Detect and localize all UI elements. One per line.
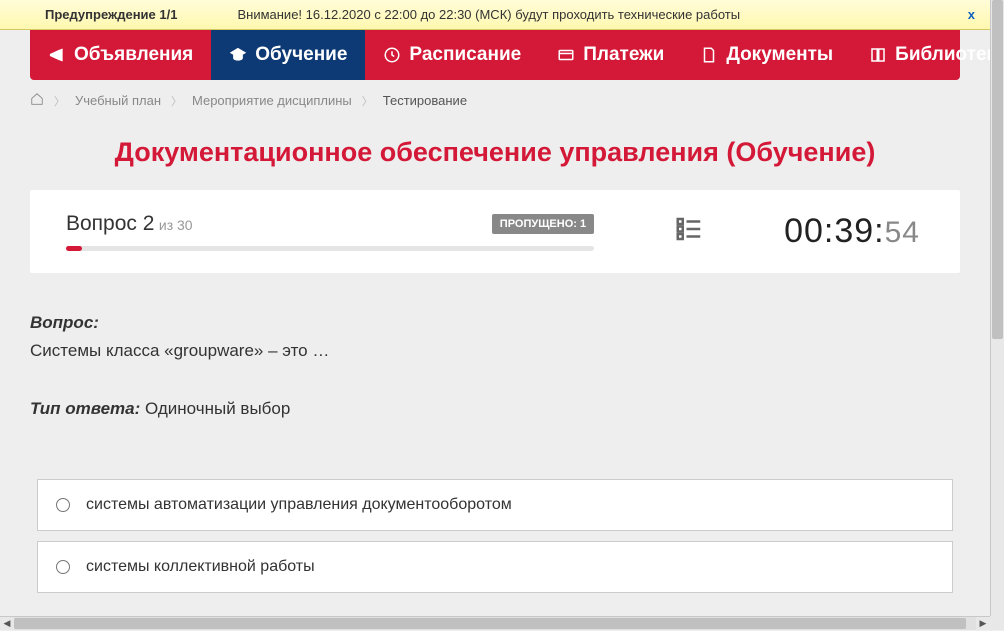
breadcrumb: 〉 Учебный план 〉 Мероприятие дисциплины … [30, 92, 960, 109]
answer-text: системы коллективной работы [86, 558, 315, 576]
nav-label: Документы [726, 44, 833, 66]
progress-fill [66, 246, 82, 251]
close-icon[interactable]: x [963, 7, 980, 22]
question-number: Вопрос 2 [66, 212, 154, 235]
scroll-left-icon[interactable]: ◀ [0, 617, 14, 631]
answer-option[interactable]: системы коллективной работы [37, 541, 953, 593]
question-list-icon[interactable] [674, 214, 704, 249]
nav-library[interactable]: Библиотека [851, 30, 990, 80]
nav-label: Объявления [74, 44, 193, 66]
nav-payments[interactable]: Платежи [539, 30, 682, 80]
nav-label: Расписание [409, 44, 521, 66]
book-icon [869, 46, 887, 64]
scroll-right-icon[interactable]: ▶ [976, 617, 990, 631]
timer-seconds: 54 [885, 216, 920, 249]
megaphone-icon [48, 46, 66, 64]
warning-bar: Предупреждение 1/1 Внимание! 16.12.2020 … [0, 0, 990, 30]
question-text: Системы класса «groupware» – это … [30, 341, 960, 361]
question-label: Вопрос: [30, 313, 960, 333]
breadcrumb-current: Тестирование [383, 93, 467, 108]
progress-bar [66, 246, 594, 251]
answer-radio[interactable] [56, 560, 70, 574]
vertical-scrollbar[interactable] [990, 0, 1004, 616]
timer-main: 00:39: [784, 212, 885, 250]
home-icon[interactable] [30, 92, 44, 109]
page-title: Документационное обеспечение управления … [30, 137, 960, 168]
chevron-right-icon: 〉 [171, 93, 182, 109]
nav-label: Обучение [255, 44, 347, 66]
clock-icon [383, 46, 401, 64]
chevron-right-icon: 〉 [362, 93, 373, 109]
status-card: Вопрос 2 из 30 ПРОПУЩЕНО: 1 00:39:54 [30, 190, 960, 273]
answer-radio[interactable] [56, 498, 70, 512]
nav-learning[interactable]: Обучение [211, 30, 365, 80]
answer-type-label: Тип ответа: [30, 399, 140, 418]
breadcrumb-event[interactable]: Мероприятие дисциплины [192, 93, 352, 108]
question-total: из 30 [159, 217, 193, 233]
answer-option[interactable]: системы автоматизации управления докумен… [37, 479, 953, 531]
scrollbar-thumb[interactable] [14, 618, 966, 629]
answer-type-value: Одиночный выбор [145, 399, 290, 418]
warning-text: Внимание! 16.12.2020 с 22:00 до 22:30 (М… [237, 7, 962, 22]
main-nav: Объявления Обучение Расписание Платежи Д… [30, 30, 960, 80]
horizontal-scrollbar[interactable]: ◀ ▶ [0, 616, 990, 630]
nav-schedule[interactable]: Расписание [365, 30, 539, 80]
nav-documents[interactable]: Документы [682, 30, 851, 80]
answers-list: системы автоматизации управления докумен… [37, 479, 953, 593]
answer-text: системы автоматизации управления докумен… [86, 496, 512, 514]
card-icon [557, 46, 575, 64]
chevron-right-icon: 〉 [54, 93, 65, 109]
document-icon [700, 46, 718, 64]
scrollbar-thumb[interactable] [992, 0, 1003, 339]
nav-label: Платежи [583, 44, 664, 66]
skipped-badge: ПРОПУЩЕНО: 1 [492, 214, 594, 234]
warning-label: Предупреждение 1/1 [45, 7, 177, 22]
nav-label: Библиотека [895, 44, 990, 66]
nav-announcements[interactable]: Объявления [30, 30, 211, 80]
graduation-icon [229, 46, 247, 64]
timer: 00:39:54 [784, 212, 920, 251]
breadcrumb-study-plan[interactable]: Учебный план [75, 93, 161, 108]
scrollbar-corner [990, 616, 1004, 630]
